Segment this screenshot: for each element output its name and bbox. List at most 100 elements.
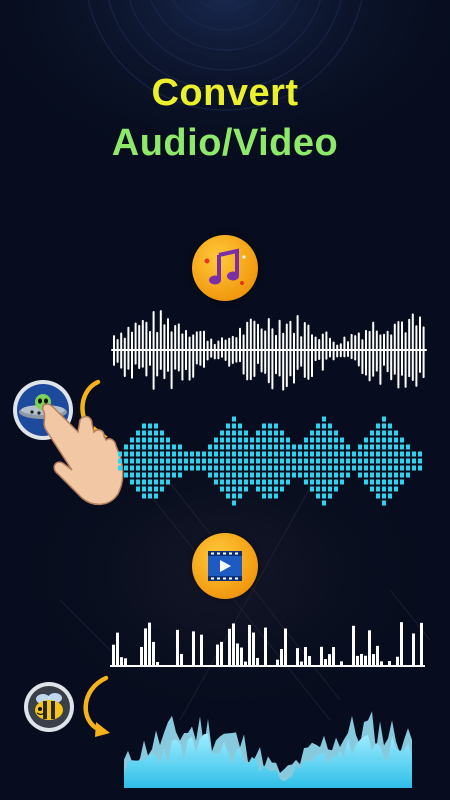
equalizer-segment — [304, 451, 308, 457]
equalizer-segment — [316, 430, 320, 436]
equalizer-segment — [346, 444, 350, 450]
equalizer-segment — [328, 444, 332, 450]
equalizer-segment — [262, 479, 266, 485]
equalizer-segment — [268, 451, 272, 457]
equalizer-segment — [304, 479, 308, 485]
histogram-bar — [412, 633, 415, 666]
equalizer-segment — [382, 486, 386, 492]
equalizer-segment — [154, 423, 158, 429]
equalizer-segment — [256, 472, 260, 478]
equalizer-segment — [334, 465, 338, 471]
equalizer-segment — [322, 444, 326, 450]
equalizer-segment — [334, 486, 338, 492]
histogram-bar — [324, 659, 327, 666]
equalizer-segment — [316, 493, 320, 499]
equalizer-segment — [130, 465, 134, 471]
histogram-bar — [120, 657, 123, 666]
equalizer-segment — [130, 472, 134, 478]
histogram-bar — [256, 657, 259, 666]
equalizer-segment — [142, 437, 146, 443]
equalizer-segment — [334, 451, 338, 457]
equalizer-segment — [274, 486, 278, 492]
equalizer-segment — [130, 437, 134, 443]
equalizer-segment — [238, 486, 242, 492]
equalizer-segment — [274, 430, 278, 436]
equalizer-segment — [316, 423, 320, 429]
equalizer-segment — [394, 472, 398, 478]
equalizer-segment — [160, 444, 164, 450]
equalizer-segment — [310, 472, 314, 478]
equalizer-segment — [172, 458, 176, 464]
equalizer-segment — [256, 430, 260, 436]
headline-line-1: Convert — [151, 72, 299, 114]
music-badge — [192, 235, 258, 301]
equalizer-segment — [262, 458, 266, 464]
equalizer-segment — [340, 472, 344, 478]
equalizer-segment — [280, 465, 284, 471]
equalizer-segment — [226, 444, 230, 450]
equalizer-segment — [322, 430, 326, 436]
equalizer-segment — [310, 444, 314, 450]
equalizer-segment — [148, 486, 152, 492]
equalizer-segment — [214, 444, 218, 450]
equalizer-segment — [340, 444, 344, 450]
equalizer-segment — [220, 451, 224, 457]
equalizer-segment — [136, 479, 140, 485]
equalizer-segment — [310, 458, 314, 464]
equalizer-segment — [262, 423, 266, 429]
equalizer-segment — [280, 444, 284, 450]
equalizer-segment — [244, 486, 248, 492]
equalizer-segment — [262, 486, 266, 492]
equalizer-segment — [394, 437, 398, 443]
equalizer-segment — [238, 472, 242, 478]
equalizer-segment — [388, 493, 392, 499]
equalizer-segment — [310, 486, 314, 492]
equalizer-segment — [280, 472, 284, 478]
equalizer-segment — [148, 423, 152, 429]
equalizer-segment — [202, 451, 206, 457]
equalizer-segment — [334, 430, 338, 436]
histogram-bar — [280, 648, 283, 666]
equalizer-segment — [376, 437, 380, 443]
equalizer-segment — [232, 430, 236, 436]
equalizer-segment — [388, 451, 392, 457]
equalizer-segment — [226, 465, 230, 471]
equalizer-segment — [142, 430, 146, 436]
equalizer-segment — [220, 486, 224, 492]
histogram-bar — [228, 628, 231, 666]
equalizer-segment — [160, 458, 164, 464]
equalizer-segment — [172, 444, 176, 450]
equalizer-segment — [376, 486, 380, 492]
equalizer-segment — [190, 451, 194, 457]
equalizer-segment — [280, 430, 284, 436]
equalizer-segment — [196, 465, 200, 471]
equalizer-segment — [322, 423, 326, 429]
equalizer-segment — [118, 458, 122, 464]
equalizer-segment — [388, 486, 392, 492]
equalizer-segment — [346, 465, 350, 471]
equalizer-segment — [406, 451, 410, 457]
equalizer-segment — [292, 451, 296, 457]
equalizer-segment — [172, 472, 176, 478]
equalizer-segment — [172, 451, 176, 457]
histogram-bar — [364, 655, 367, 666]
equalizer-segment — [280, 479, 284, 485]
equalizer-segment — [322, 472, 326, 478]
equalizer-segment — [316, 465, 320, 471]
equalizer-segment — [310, 465, 314, 471]
equalizer-segment — [154, 430, 158, 436]
equalizer-segment — [232, 437, 236, 443]
equalizer-segment — [274, 493, 278, 499]
equalizer-segment — [382, 493, 386, 499]
equalizer-segment — [250, 472, 254, 478]
equalizer-segment — [130, 444, 134, 450]
equalizer-segment — [232, 493, 236, 499]
equalizer-segment — [382, 423, 386, 429]
equalizer-segment — [280, 437, 284, 443]
equalizer-segment — [340, 479, 344, 485]
equalizer-segment — [118, 451, 122, 457]
equalizer-segment — [376, 430, 380, 436]
equalizer-segment — [244, 465, 248, 471]
equalizer-segment — [370, 479, 374, 485]
equalizer-segment — [136, 430, 140, 436]
